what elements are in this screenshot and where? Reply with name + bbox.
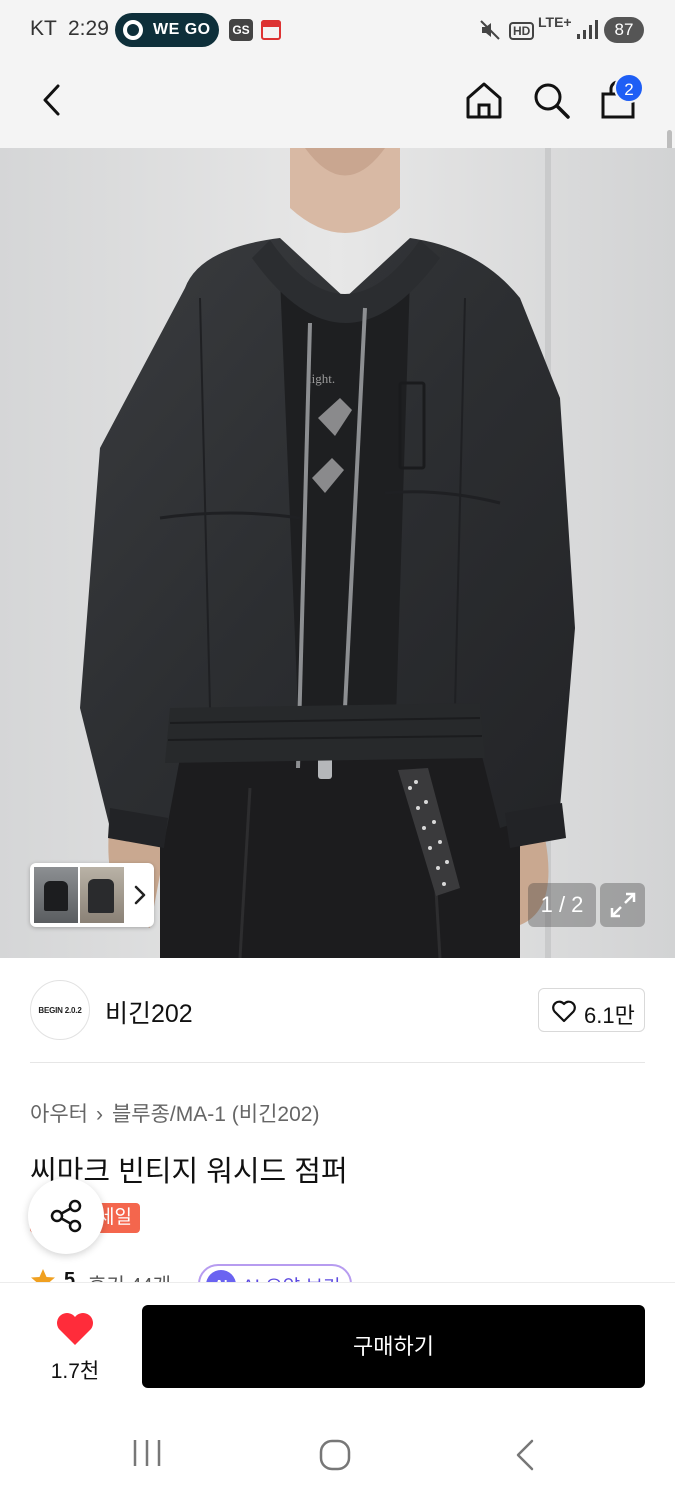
home-nav-icon[interactable] [318,1438,352,1472]
status-time: 2:29 [68,17,109,40]
status-bar: KT 2:29 WE GO GS HD LTE+ 87 [0,0,675,60]
carrier-label: KT [30,17,57,40]
top-nav: 2 [0,60,675,190]
breadcrumb: 아우터 › 블루종/MA-1 (비긴202) [30,1098,319,1128]
tshirt-print-text: light. [308,371,335,386]
mute-icon [480,20,500,40]
chevron-right-icon[interactable] [130,883,150,907]
signal-icon [577,20,598,39]
product-photo: light. [0,148,675,958]
hd-voice-icon: HD [509,22,535,40]
expand-button[interactable] [600,883,645,927]
brand-like-count: 6.1만 [584,1003,635,1028]
brand-like-button[interactable]: 6.1만 [538,988,645,1032]
back-nav-icon[interactable] [510,1438,540,1472]
battery-indicator: 87 [604,17,644,43]
brand-logo[interactable]: BEGIN 2.0.2 [30,980,90,1040]
network-type: LTE+ [538,14,572,30]
share-icon [50,1199,82,1233]
calendar-icon [261,20,281,40]
thumbnail-image[interactable] [80,867,124,923]
expand-icon [610,892,635,918]
wishlist-count: 1.7천 [50,1360,100,1383]
breadcrumb-category[interactable]: 아우터 [30,1103,88,1126]
search-icon[interactable] [527,76,575,124]
divider [30,1062,645,1063]
rating-row: 5 후기 44개 AI AI 요약 보기 [30,1264,645,1284]
wego-label: WE GO [153,21,211,38]
system-navigation-bar [0,1408,675,1500]
purchase-action-bar: 1.7천 구매하기 [0,1282,675,1408]
image-page-counter: 1 / 2 [528,883,596,927]
heart-filled-icon [57,1313,93,1345]
thumbnail-image[interactable] [34,867,78,923]
buy-button[interactable]: 구매하기 [142,1305,645,1388]
ai-summary-button[interactable]: AI AI 요약 보기 [198,1264,352,1284]
cart-count-badge: 2 [614,73,644,103]
home-icon[interactable] [460,76,508,124]
chevron-right-icon: › [95,1103,103,1126]
brand-name[interactable]: 비긴202 [105,994,193,1030]
thumbnail-strip[interactable] [30,863,154,927]
wego-icon [123,20,143,40]
share-button[interactable] [28,1178,104,1254]
recent-apps-icon[interactable] [130,1438,164,1468]
product-image-gallery[interactable]: light. 1 / 2 [0,148,675,958]
heart-outline-icon [552,1000,576,1023]
wego-pill: WE GO [115,13,219,47]
back-icon[interactable] [28,76,76,124]
gs-app-icon: GS [229,19,253,41]
breadcrumb-subcategory[interactable]: 블루종/MA-1 (비긴202) [112,1103,319,1126]
